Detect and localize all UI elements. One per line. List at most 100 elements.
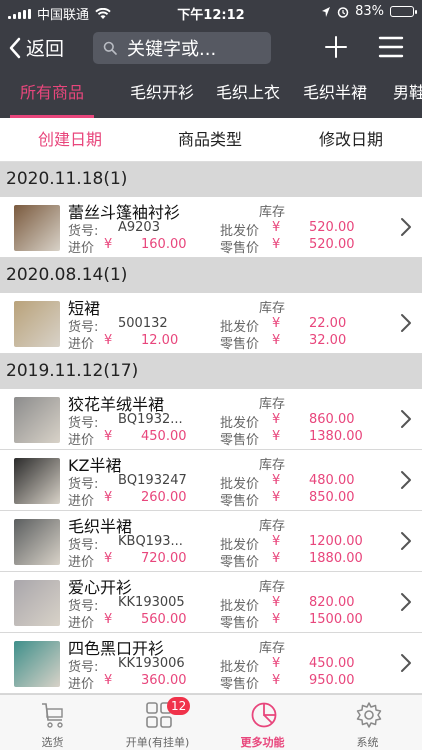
retail-price: 850.00	[309, 490, 355, 505]
tab-knit-skirt[interactable]: 毛织半裙	[295, 72, 375, 118]
nav-header: 返回 关键字或...	[0, 24, 422, 72]
cost-price: 360.00	[141, 673, 187, 688]
wholesale-price: 450.00	[309, 656, 355, 671]
product-row[interactable]: 爱心开衫 库存 货号: KK193005 批发价 ¥820.00 进价 ¥560.00 零售价 ¥…	[0, 572, 422, 633]
wholesale-currency: ¥	[272, 534, 281, 549]
back-label: 返回	[26, 38, 65, 60]
product-row[interactable]: 狡花羊绒半裙 库存 货号: BQ1932... 批发价 ¥860.00 进价 ¥450.00 零…	[0, 389, 422, 450]
chevron-right-icon	[400, 313, 412, 337]
tab-knit-cardigan[interactable]: 毛织开衫	[122, 72, 202, 118]
retail-label: 零售价	[220, 555, 260, 570]
cost-label: 进价	[68, 433, 95, 448]
product-code: A9203	[118, 220, 160, 235]
product-list[interactable]: 2020.11.18(1) 蕾丝斗篷袖衬衫 库存 货号: A9203 批发价 ¥520.00…	[0, 162, 422, 694]
tab-open-order[interactable]: 12 开单(有挂单)	[105, 695, 210, 751]
tab-label-system: 系统	[356, 736, 379, 749]
retail-currency: ¥	[272, 490, 281, 505]
retail-label: 零售价	[220, 616, 260, 631]
stock-label: 库存	[259, 641, 286, 656]
cost-label: 进价	[68, 241, 95, 256]
product-code: KK193005	[118, 595, 185, 610]
tab-mens-shoes[interactable]: 男鞋	[384, 72, 422, 118]
product-row[interactable]: 蕾丝斗篷袖衬衫 库存 货号: A9203 批发价 ¥520.00 进价 ¥160.00 零售价 ¥…	[0, 197, 422, 258]
product-row[interactable]: 毛织半裙 库存 货号: KBQ193... 批发价 ¥1200.00 进价 ¥720.00 零售…	[0, 511, 422, 572]
tab-system[interactable]: 系统	[315, 695, 420, 751]
product-thumbnail	[14, 397, 60, 443]
chevron-right-icon	[400, 470, 412, 494]
retail-price: 1380.00	[309, 429, 363, 444]
stock-label: 库存	[259, 397, 286, 412]
cost-currency: ¥	[104, 551, 113, 566]
product-code: 500132	[118, 316, 168, 331]
retail-currency: ¥	[272, 551, 281, 566]
location-icon	[322, 6, 331, 17]
sort-created-date[interactable]: 创建日期	[20, 118, 120, 162]
wholesale-currency: ¥	[272, 316, 281, 331]
product-code: BQ1932...	[118, 412, 183, 427]
wholesale-price: 860.00	[309, 412, 355, 427]
retail-label: 零售价	[220, 494, 260, 509]
alarm-icon	[337, 6, 349, 18]
product-thumbnail	[14, 301, 60, 347]
retail-price: 520.00	[309, 237, 355, 252]
tab-all-products[interactable]: 所有商品	[10, 72, 94, 118]
retail-currency: ¥	[272, 237, 281, 252]
retail-price: 1500.00	[309, 612, 363, 627]
search-placeholder: 关键字或...	[127, 39, 217, 60]
cost-label: 进价	[68, 494, 95, 509]
cost-currency: ¥	[104, 612, 113, 627]
stock-label: 库存	[259, 580, 286, 595]
cost-price: 450.00	[141, 429, 187, 444]
stock-label: 库存	[259, 301, 286, 316]
chevron-right-icon	[400, 409, 412, 433]
tab-knit-top[interactable]: 毛织上衣	[208, 72, 288, 118]
wholesale-price: 480.00	[309, 473, 355, 488]
retail-price: 32.00	[309, 333, 347, 348]
chevron-right-icon	[400, 217, 412, 241]
product-row[interactable]: 短裙 库存 货号: 500132 批发价 ¥22.00 进价 ¥12.00 零售价 ¥32.00	[0, 293, 422, 354]
sort-tabs: 创建日期 商品类型 修改日期	[0, 118, 422, 162]
back-button[interactable]: 返回	[8, 34, 64, 61]
product-thumbnail	[14, 580, 60, 626]
retail-price: 1880.00	[309, 551, 363, 566]
status-bar: 中国联通 下午12:12 83%	[0, 0, 422, 24]
cart-icon	[42, 703, 63, 728]
sort-modified-date[interactable]: 修改日期	[301, 118, 401, 162]
tab-more-features[interactable]: 更多功能	[210, 695, 315, 751]
date-group-header: 2020.11.18(1)	[0, 162, 422, 197]
add-button[interactable]	[323, 34, 349, 64]
retail-currency: ¥	[272, 612, 281, 627]
cost-price: 12.00	[141, 333, 179, 348]
product-row[interactable]: 四色黑口开衫 库存 货号: KK193006 批发价 ¥450.00 进价 ¥360.00 零售…	[0, 633, 422, 694]
product-thumbnail	[14, 519, 60, 565]
retail-currency: ¥	[272, 429, 281, 444]
product-code: KBQ193...	[118, 534, 183, 549]
cost-currency: ¥	[104, 490, 113, 505]
product-code: KK193006	[118, 656, 185, 671]
product-thumbnail	[14, 458, 60, 504]
tab-select-goods[interactable]: 选货	[0, 695, 105, 751]
retail-label: 零售价	[220, 241, 260, 256]
cost-price: 260.00	[141, 490, 187, 505]
cost-label: 进价	[68, 337, 95, 352]
pending-count-badge: 12	[167, 697, 191, 715]
menu-button[interactable]	[377, 34, 405, 64]
wholesale-currency: ¥	[272, 220, 281, 235]
search-icon	[103, 41, 117, 55]
menu-icon	[378, 36, 404, 58]
status-right: 83%	[321, 4, 417, 19]
stock-label: 库存	[259, 519, 286, 534]
cost-label: 进价	[68, 555, 95, 570]
product-thumbnail	[14, 205, 60, 251]
search-input[interactable]: 关键字或...	[93, 32, 271, 64]
battery-icon	[390, 6, 417, 17]
bottom-tab-bar: 选货 12 开单(有挂单) 更多功能 系统	[0, 694, 422, 750]
wholesale-price: 1200.00	[309, 534, 363, 549]
product-row[interactable]: KZ半裙 库存 货号: BQ193247 批发价 ¥480.00 进价 ¥260.00 零售价 ¥…	[0, 450, 422, 511]
cost-currency: ¥	[104, 237, 113, 252]
chevron-right-icon	[400, 531, 412, 555]
chevron-right-icon	[400, 592, 412, 616]
category-tabs: 所有商品 毛织开衫 毛织上衣 毛织半裙 男鞋	[0, 72, 422, 118]
sort-product-type[interactable]: 商品类型	[160, 118, 260, 162]
wholesale-currency: ¥	[272, 473, 281, 488]
